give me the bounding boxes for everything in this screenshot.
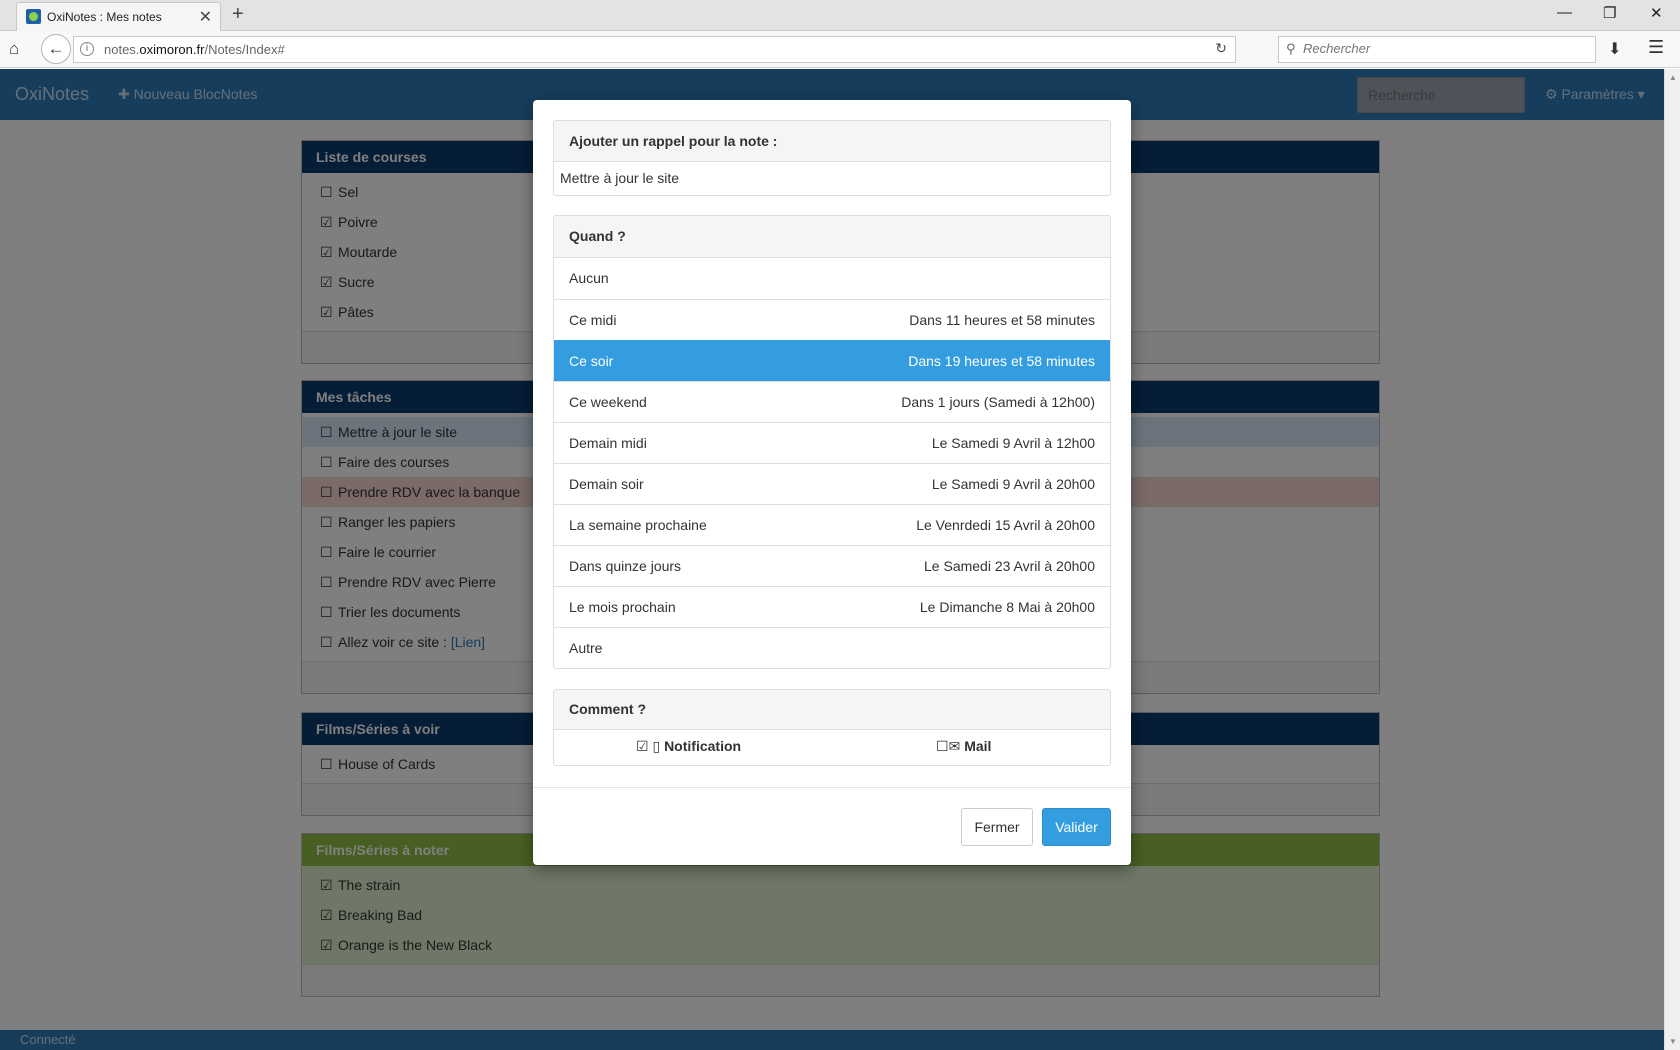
when-option-label: Ce midi	[569, 312, 617, 328]
note-name: Mettre à jour le site	[560, 170, 680, 186]
when-option-detail: Le Venrdedi 15 Avril à 20h00	[916, 517, 1095, 533]
envelope-icon: ✉	[948, 738, 961, 754]
back-button[interactable]: ←	[41, 34, 71, 64]
close-button[interactable]: Fermer	[961, 808, 1033, 846]
notification-option[interactable]: ☑ ▯ Notification	[636, 738, 741, 755]
browser-tab[interactable]: OxiNotes : Mes notes ✕	[16, 2, 221, 31]
tab-title: OxiNotes : Mes notes	[47, 10, 162, 24]
when-option-label: Demain soir	[569, 476, 644, 492]
reminder-title: Ajouter un rappel pour la note :	[554, 121, 1110, 162]
reload-icon[interactable]: ↻	[1215, 40, 1227, 57]
when-option-ce-weekend[interactable]: Ce weekend Dans 1 jours (Samedi à 12h00)	[554, 381, 1110, 422]
how-options: ☑ ▯ Notification ☐✉ Mail	[554, 730, 1110, 765]
browser-search-bar[interactable]: ⚲	[1278, 36, 1596, 63]
when-title: Quand ?	[554, 216, 1110, 258]
when-option-detail: Dans 11 heures et 58 minutes	[909, 312, 1095, 328]
when-option-aucun[interactable]: Aucun	[554, 258, 1110, 299]
when-list: Aucun Ce midi Dans 11 heures et 58 minute…	[554, 258, 1110, 668]
url-bar[interactable]: i notes.oximoron.fr/Notes/Index# ↻	[73, 36, 1236, 63]
when-option-label: Autre	[569, 640, 603, 656]
url-domain: oximoron.fr	[139, 42, 205, 57]
when-option-demain-midi[interactable]: Demain midi Le Samedi 9 Avril à 12h00	[554, 422, 1110, 463]
when-option-detail: Le Samedi 9 Avril à 20h00	[931, 476, 1095, 492]
scroll-up-icon[interactable]: ▲	[1669, 73, 1677, 82]
page-scrollbar[interactable]: ▲ ▼	[1664, 69, 1680, 1050]
when-option-demain-soir[interactable]: Demain soir Le Samedi 9 Avril à 20h00	[554, 463, 1110, 504]
how-title: Comment ?	[554, 690, 1110, 730]
when-option-semaine-prochaine[interactable]: La semaine prochaine Le Venrdedi 15 Avril…	[554, 504, 1110, 545]
when-option-label: La semaine prochaine	[569, 517, 707, 533]
when-option-autre[interactable]: Autre	[554, 627, 1110, 668]
when-option-mois-prochain[interactable]: Le mois prochain Le Dimanche 8 Mai à 20h0…	[554, 586, 1110, 627]
when-option-detail: Le Dimanche 8 Mai à 20h00	[919, 599, 1095, 615]
when-option-detail: Dans 1 jours (Samedi à 12h00)	[901, 394, 1095, 410]
when-option-label: Ce soir	[569, 353, 614, 369]
when-option-quinze-jours[interactable]: Dans quinze jours Le Samedi 23 Avril à 20…	[554, 545, 1110, 586]
when-option-label: Le mois prochain	[569, 599, 676, 615]
browser-search-input[interactable]	[1303, 41, 1583, 56]
when-option-label: Ce weekend	[569, 394, 647, 410]
validate-button[interactable]: Valider	[1042, 808, 1111, 846]
browser-navbar: ⌂ ← i notes.oximoron.fr/Notes/Index# ↻ ⚲…	[0, 31, 1680, 68]
minimize-icon[interactable]: —	[1557, 4, 1572, 21]
info-icon[interactable]: i	[80, 42, 94, 56]
mail-option[interactable]: ☐✉ Mail	[936, 738, 991, 755]
window-close-icon[interactable]: ✕	[1650, 4, 1663, 22]
download-icon[interactable]: ⬇	[1608, 39, 1621, 59]
restore-icon[interactable]: ❐	[1603, 4, 1616, 22]
new-tab-button[interactable]: +	[232, 3, 244, 26]
url-text: notes.oximoron.fr/Notes/Index#	[104, 42, 285, 57]
scroll-down-icon[interactable]: ▼	[1669, 1037, 1677, 1046]
url-path: /Notes/Index#	[204, 42, 285, 57]
when-panel: Quand ? Aucun Ce midi Dans 11 heures et 5…	[553, 215, 1111, 669]
url-prefix: notes.	[104, 42, 140, 57]
when-option-label: Demain midi	[569, 435, 647, 451]
search-icon: ⚲	[1286, 41, 1296, 56]
home-icon[interactable]: ⌂	[9, 39, 19, 59]
tab-close-icon[interactable]: ✕	[199, 7, 212, 27]
browser-tabbar: OxiNotes : Mes notes ✕ + — ❐ ✕	[0, 0, 1680, 31]
notification-label: Notification	[664, 738, 742, 754]
hamburger-menu-icon[interactable]: ☰	[1648, 37, 1664, 58]
how-panel: Comment ? ☑ ▯ Notification ☐✉ Mail	[553, 689, 1111, 766]
reminder-modal: Ajouter un rappel pour la note : Mettre …	[533, 100, 1131, 865]
reminder-note-panel: Ajouter un rappel pour la note : Mettre …	[553, 120, 1111, 196]
when-option-label: Dans quinze jours	[569, 558, 682, 574]
mobile-phone-icon: ▯	[652, 738, 661, 754]
when-option-label: Aucun	[569, 270, 609, 286]
checkbox-checked-icon[interactable]: ☑	[636, 738, 649, 754]
when-option-detail: Le Samedi 9 Avril à 12h00	[931, 435, 1095, 451]
when-option-detail: Le Samedi 23 Avril à 20h00	[924, 558, 1095, 574]
when-option-ce-soir[interactable]: Ce soir Dans 19 heures et 58 minutes	[554, 340, 1110, 381]
when-option-ce-midi[interactable]: Ce midi Dans 11 heures et 58 minutes	[554, 299, 1110, 340]
when-option-detail: Dans 19 heures et 58 minutes	[908, 353, 1095, 369]
checkbox-unchecked-icon[interactable]: ☐	[936, 738, 949, 754]
mail-label: Mail	[964, 738, 992, 754]
app-favicon-icon	[26, 9, 41, 24]
modal-footer: Fermer Valider	[533, 787, 1131, 865]
